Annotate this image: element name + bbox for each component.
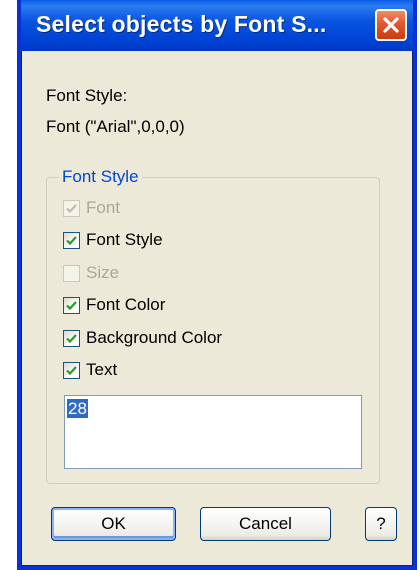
- help-button[interactable]: ?: [365, 507, 397, 541]
- checkbox-font: Font: [63, 197, 120, 219]
- checkbox-text[interactable]: Text: [63, 359, 117, 381]
- font-style-heading: Font Style:: [46, 86, 128, 105]
- checkbox-font-color-label[interactable]: Font Color: [86, 295, 165, 315]
- checkbox-background-color[interactable]: Background Color: [63, 327, 222, 349]
- checkbox-size-box: [63, 264, 80, 282]
- checkbox-background-color-label[interactable]: Background Color: [86, 328, 222, 348]
- checkbox-font-style-label[interactable]: Font Style: [86, 230, 163, 250]
- checkbox-font-label: Font: [86, 198, 121, 217]
- checkbox-font-style[interactable]: Font Style: [63, 229, 163, 251]
- close-icon: [383, 17, 399, 33]
- text-input[interactable]: 28: [64, 395, 362, 469]
- dialog-window: Select objects by Font S... Font Style: …: [17, 0, 417, 570]
- checkbox-size-label: Size: [86, 263, 120, 282]
- cancel-button[interactable]: Cancel: [200, 507, 331, 541]
- text-input-selected-value: 28: [67, 399, 88, 418]
- checkbox-size: Size: [63, 262, 119, 284]
- checkbox-text-label[interactable]: Text: [86, 360, 117, 380]
- title-bar[interactable]: Select objects by Font S...: [21, 0, 413, 51]
- checkbox-background-color-box[interactable]: [63, 329, 80, 347]
- check-mark-icon: [66, 300, 77, 310]
- checkbox-font-style-box[interactable]: [63, 231, 80, 249]
- checkbox-text-box[interactable]: [63, 361, 80, 379]
- close-button[interactable]: [375, 9, 407, 41]
- check-mark-icon: [66, 235, 77, 245]
- checkbox-font-color-box[interactable]: [63, 296, 80, 314]
- checkbox-font-color[interactable]: Font Color: [63, 294, 165, 316]
- window-title: Select objects by Font S...: [36, 11, 327, 37]
- ok-button[interactable]: OK: [51, 507, 176, 541]
- checkbox-font-box: [63, 199, 80, 217]
- check-mark-icon: [66, 365, 77, 375]
- font-value-text: Font ("Arial",0,0,0): [46, 117, 185, 136]
- check-mark-icon: [66, 333, 77, 343]
- font-style-group-legend: Font Style: [59, 167, 142, 187]
- check-mark-icon: [66, 203, 77, 213]
